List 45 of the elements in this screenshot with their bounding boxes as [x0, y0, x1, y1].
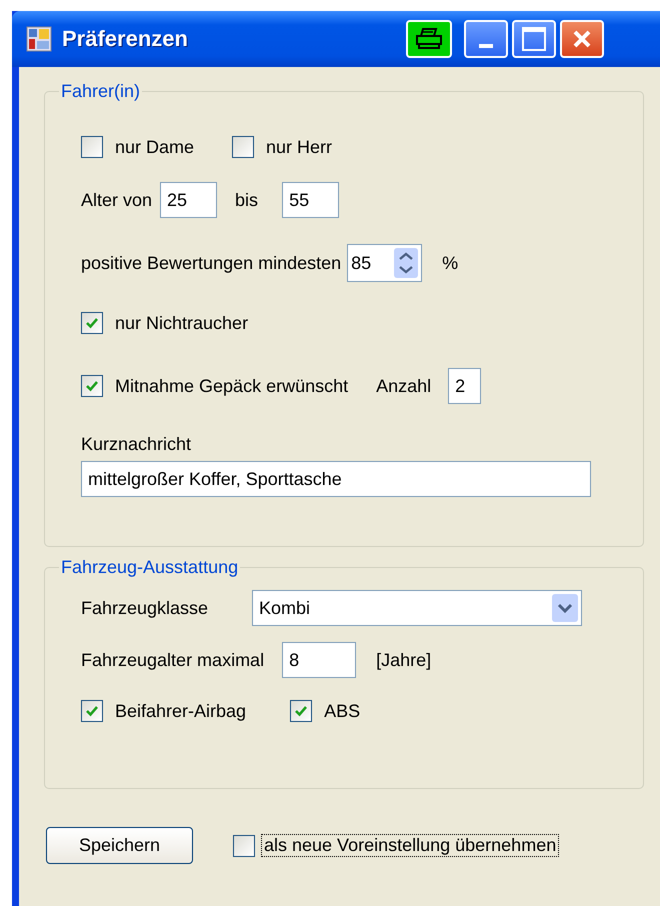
- checkbox[interactable]: [233, 834, 255, 856]
- checkbox[interactable]: [232, 136, 254, 158]
- close-button[interactable]: [560, 20, 604, 58]
- field-label: positive Bewertungen mindesten: [81, 252, 342, 274]
- input-field[interactable]: 25: [160, 182, 218, 218]
- checkbox[interactable]: [81, 136, 103, 158]
- check-icon: [85, 379, 99, 393]
- field-label: Fahrzeugklasse: [81, 598, 210, 618]
- dropdown[interactable]: Kombi: [252, 590, 582, 626]
- check-icon: [294, 704, 308, 718]
- maximize-button[interactable]: [512, 20, 556, 58]
- checkbox[interactable]: [81, 375, 103, 397]
- check-icon: [85, 316, 99, 330]
- window-title: Präferenzen: [62, 26, 188, 52]
- input-field[interactable]: 55: [282, 182, 340, 218]
- checkbox-label: nur Dame: [115, 136, 194, 158]
- check-icon: [85, 704, 99, 718]
- field-label: bis: [235, 190, 258, 210]
- spin-field[interactable]: 85: [347, 244, 422, 282]
- checkbox-label: Mitnahme Gepäck erwünscht: [115, 376, 348, 396]
- field-label: Fahrzeugalter maximal: [81, 650, 264, 670]
- input-field[interactable]: mittelgroßer Koffer, Sporttasche: [81, 461, 591, 497]
- checkbox-label: nur Nichtraucher: [115, 312, 248, 334]
- checkbox-label: als neue Voreinstellung übernehmen: [261, 834, 560, 857]
- checkbox-label: ABS: [324, 700, 360, 722]
- minimize-button[interactable]: [464, 20, 508, 58]
- print-button[interactable]: [406, 20, 452, 58]
- input-field[interactable]: 2: [448, 368, 482, 404]
- group-title: Fahrzeug-Ausstattung: [60, 557, 240, 578]
- app-icon: [26, 26, 52, 52]
- save-button[interactable]: Speichern: [46, 827, 193, 864]
- field-label: Alter von: [81, 190, 152, 210]
- unit-label: [Jahre]: [376, 650, 432, 670]
- checkbox[interactable]: [81, 700, 103, 722]
- checkbox-label: Beifahrer-Airbag: [115, 700, 246, 722]
- input-field[interactable]: 8: [282, 642, 356, 678]
- checkbox[interactable]: [290, 700, 312, 722]
- group-title: Fahrer(in): [60, 81, 142, 102]
- printer-icon: [414, 27, 444, 51]
- field-label: Anzahl: [376, 376, 432, 396]
- checkbox-label: nur Herr: [266, 136, 332, 158]
- unit-label: %: [442, 252, 458, 274]
- checkbox[interactable]: [81, 312, 103, 334]
- field-label: Kurznachricht: [81, 434, 192, 455]
- spin-arrows-icon[interactable]: [394, 248, 418, 278]
